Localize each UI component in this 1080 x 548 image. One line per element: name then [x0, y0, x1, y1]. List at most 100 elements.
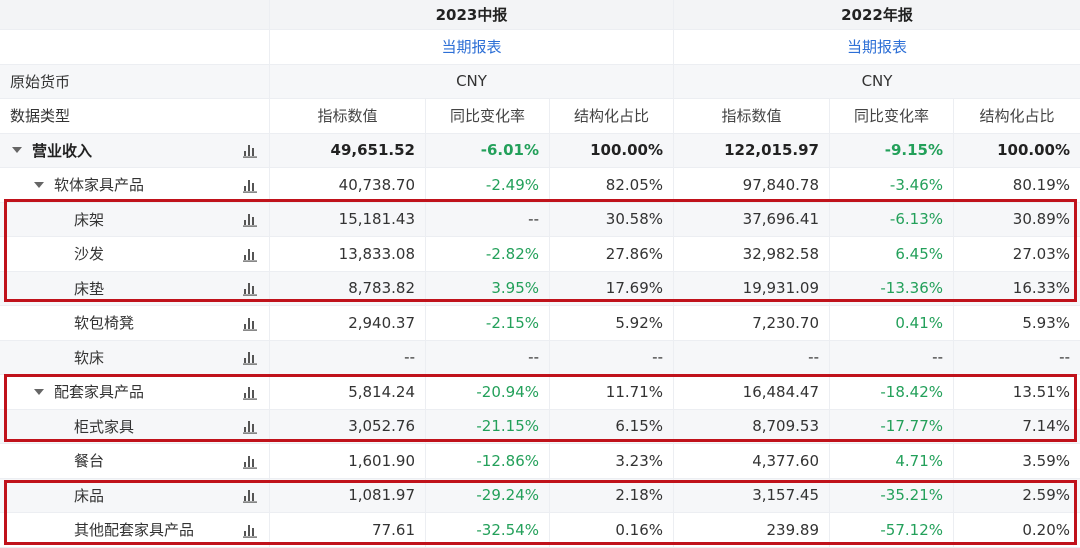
row-label: 配套家具产品 — [54, 383, 145, 402]
cell-share-2023: 17.69% — [550, 271, 674, 305]
row-label-cell: 沙发 — [0, 237, 270, 271]
table-row[interactable]: 配套家具产品 5,814.24 -20.94% 11.71% 16,484.47 -18.… — [0, 375, 1080, 410]
cell-value-2022: 3,157.45 — [674, 478, 830, 512]
cell-share-2023: 2.18% — [550, 478, 674, 512]
cell-value-2023: 1,601.90 — [270, 444, 426, 478]
cell-value-2022: 8,709.53 — [674, 409, 830, 443]
table-row[interactable]: 沙发 13,833.08 -2.82% 27.86% 32,982.58 6.45% 27.… — [0, 237, 1080, 272]
bar-chart-icon[interactable] — [242, 246, 258, 262]
cell-value-2022: 19,931.09 — [674, 271, 830, 305]
col-header-yoy-2022[interactable]: 同比变化率 — [830, 99, 954, 133]
table-row[interactable]: 软床 -- -- -- -- -- -- — [0, 340, 1080, 375]
bar-chart-icon[interactable] — [242, 418, 258, 434]
row-label: 其他配套家具产品 — [74, 521, 195, 540]
bar-chart-icon[interactable] — [242, 177, 258, 193]
cell-share-2022: 7.14% — [1022, 417, 1070, 436]
cell-yoy-2022: 0.41% — [830, 306, 954, 340]
cell-value-2023: 77.61 — [270, 513, 426, 547]
cell-yoy-2022: -- — [830, 340, 954, 374]
row-label-cell: 床垫 — [0, 271, 270, 305]
table-row[interactable]: 其他配套家具产品 77.61 -32.54% 0.16% 239.89 -57.12% 0.… — [0, 513, 1080, 548]
cell-yoy-2023: -6.01% — [426, 133, 550, 167]
cell-yoy-2022: -13.36% — [830, 271, 954, 305]
period-2022-title: 2022年报 — [841, 6, 913, 24]
cell-value-2022: -- — [674, 340, 830, 374]
cell-value-2022: 32,982.58 — [674, 237, 830, 271]
cell-yoy-2023: -20.94% — [426, 375, 550, 409]
bar-chart-icon[interactable] — [242, 384, 258, 400]
row-label-cell: 其他配套家具产品 — [0, 513, 270, 547]
col-header-yoy-2023[interactable]: 同比变化率 — [426, 99, 550, 133]
table-row[interactable]: 床架 15,181.43 -- 30.58% 37,696.41 -6.13% 30.89% — [0, 202, 1080, 237]
cell-yoy-2023: -2.15% — [426, 306, 550, 340]
cell-value-2022: 239.89 — [674, 513, 830, 547]
row-label: 软包椅凳 — [74, 314, 135, 333]
cell-share-2023: 27.86% — [550, 237, 674, 271]
cell-value-2022: 16,484.47 — [674, 375, 830, 409]
cell-share-2022: 100.00% — [997, 141, 1070, 160]
table-row[interactable]: 软包椅凳 2,940.37 -2.15% 5.92% 7,230.70 0.41% 5.93… — [0, 306, 1080, 341]
collapse-caret-icon[interactable] — [34, 388, 44, 395]
bar-chart-icon[interactable] — [242, 211, 258, 227]
cell-share-2022: 80.19% — [1012, 175, 1070, 194]
collapse-caret-icon[interactable] — [12, 147, 22, 154]
row-label: 软体家具产品 — [54, 176, 145, 195]
table-row[interactable]: 床品 1,081.97 -29.24% 2.18% 3,157.45 -35.21% 2.5… — [0, 478, 1080, 513]
bar-chart-icon[interactable] — [242, 315, 258, 331]
bar-chart-icon[interactable] — [242, 522, 258, 538]
collapse-caret-icon[interactable] — [34, 181, 44, 188]
table-row[interactable]: 床垫 8,783.82 3.95% 17.69% 19,931.09 -13.36% 16.… — [0, 271, 1080, 306]
cell-share-2023: -- — [550, 340, 674, 374]
bar-chart-icon[interactable] — [242, 453, 258, 469]
row-label-cell: 餐台 — [0, 444, 270, 478]
table-row[interactable]: 软体家具产品 40,738.70 -2.49% 82.05% 97,840.78 -3.4… — [0, 168, 1080, 203]
cell-value-2023: 49,651.52 — [270, 133, 426, 167]
cell-value-2023: -- — [270, 340, 426, 374]
row-label-cell: 软体家具产品 — [0, 168, 270, 202]
cell-yoy-2023: -2.82% — [426, 237, 550, 271]
col-header-value-2022[interactable]: 指标数值 — [674, 99, 830, 133]
table-row[interactable]: 餐台 1,601.90 -12.86% 3.23% 4,377.60 4.71% 3.59% — [0, 444, 1080, 479]
cell-share-2022: 13.51% — [1012, 382, 1070, 401]
cell-value-2023: 8,783.82 — [270, 271, 426, 305]
cell-share-2023: 100.00% — [550, 133, 674, 167]
col-header-share-2022[interactable]: 结构化占比 — [954, 99, 1080, 133]
bar-chart-icon[interactable] — [242, 349, 258, 365]
cell-share-2023: 6.15% — [550, 409, 674, 443]
bar-chart-icon[interactable] — [242, 280, 258, 296]
cell-yoy-2023: -- — [426, 202, 550, 236]
bar-chart-icon[interactable] — [242, 487, 258, 503]
currency-label: 原始货币 — [0, 64, 270, 98]
cell-share-2023: 30.58% — [550, 202, 674, 236]
cell-share-2022: 30.89% — [1012, 210, 1070, 229]
row-label-cell: 营业收入 — [0, 133, 270, 167]
row-label: 餐台 — [74, 452, 105, 471]
cell-value-2023: 2,940.37 — [270, 306, 426, 340]
report-link-2022[interactable]: 当期报表 — [674, 30, 1080, 64]
row-label-cell: 软包椅凳 — [0, 306, 270, 340]
cell-value-2023: 13,833.08 — [270, 237, 426, 271]
row-label-cell: 柜式家具 — [0, 409, 270, 443]
col-header-value-2023[interactable]: 指标数值 — [270, 99, 426, 133]
cell-share-2022: 2.59% — [1022, 486, 1070, 505]
report-link-2023[interactable]: 当期报表 — [270, 30, 674, 64]
row-label: 沙发 — [74, 245, 105, 264]
cell-value-2022: 122,015.97 — [674, 133, 830, 167]
table-body: 营业收入 49,651.52 -6.01% 100.00% 122,015.97 -9.1… — [0, 133, 1080, 548]
cell-value-2022: 37,696.41 — [674, 202, 830, 236]
cell-share-2023: 11.71% — [550, 375, 674, 409]
row-label: 营业收入 — [32, 141, 93, 160]
bar-chart-icon[interactable] — [242, 142, 258, 158]
table-row[interactable]: 营业收入 49,651.52 -6.01% 100.00% 122,015.97 -9.1… — [0, 133, 1080, 168]
col-header-share-2023[interactable]: 结构化占比 — [550, 99, 674, 133]
row-label-cell: 软床 — [0, 340, 270, 374]
row-label-cell: 床架 — [0, 202, 270, 236]
currency-row: 原始货币 CNY CNY — [0, 64, 1080, 99]
cell-value-2023: 3,052.76 — [270, 409, 426, 443]
cell-share-2022: 0.20% — [1022, 520, 1070, 539]
table-row[interactable]: 柜式家具 3,052.76 -21.15% 6.15% 8,709.53 -17.77% 7… — [0, 409, 1080, 444]
report-type-row: 当期报表 当期报表 — [0, 30, 1080, 65]
currency-2022: CNY — [861, 72, 893, 91]
corner-cell — [0, 0, 270, 29]
cell-value-2022: 7,230.70 — [674, 306, 830, 340]
